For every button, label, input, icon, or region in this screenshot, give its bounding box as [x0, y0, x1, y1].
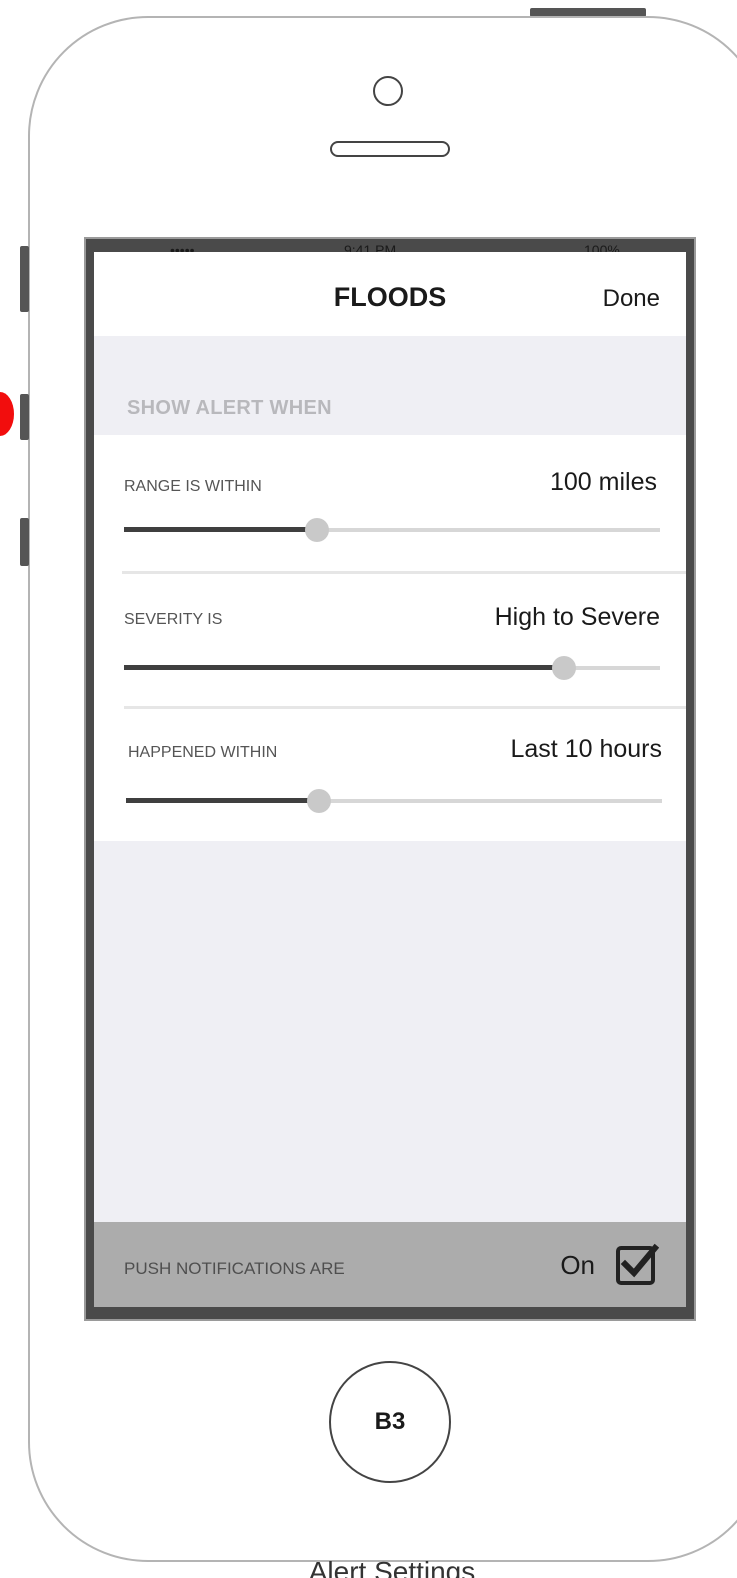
screen-caption: Alert Settings — [308, 1556, 476, 1578]
home-button[interactable]: B3 — [329, 1361, 451, 1483]
camera-icon — [373, 76, 403, 106]
happened-within-slider[interactable] — [126, 789, 662, 813]
push-notifications-bar: PUSH NOTIFICATIONS ARE On — [94, 1222, 686, 1307]
range-slider[interactable] — [124, 518, 660, 542]
range-value: 100 miles — [550, 468, 657, 496]
slider-thumb[interactable] — [551, 656, 576, 680]
severity-slider[interactable] — [124, 656, 660, 680]
volume-up-button — [20, 394, 29, 440]
slider-fill — [126, 798, 319, 803]
slider-fill — [124, 665, 564, 670]
severity-value: High to Severe — [494, 603, 660, 631]
nav-bar: FLOODS Done — [94, 252, 686, 336]
alert-conditions-panel: RANGE IS WITHIN 100 miles SEVERITY IS Hi… — [94, 435, 686, 841]
page-title: FLOODS — [333, 282, 447, 312]
speaker-icon — [330, 141, 450, 157]
section-header: SHOW ALERT WHEN — [127, 397, 332, 419]
volume-down-button — [20, 518, 29, 566]
status-bar: ••••• 9:41 PM 100% — [94, 240, 686, 252]
row-divider — [122, 571, 686, 574]
push-notifications-checkbox[interactable] — [615, 1242, 660, 1286]
status-time: 9:41 PM — [344, 242, 397, 252]
alert-dot — [0, 392, 14, 436]
stage: ••••• 9:41 PM 100% FLOODS Done SHOW ALER… — [0, 0, 737, 1578]
carrier-signal: ••••• — [170, 242, 195, 252]
slider-thumb[interactable] — [306, 789, 331, 813]
slider-thumb[interactable] — [304, 518, 329, 542]
happened-within-value: Last 10 hours — [510, 735, 663, 763]
mute-switch — [20, 246, 29, 312]
slider-fill — [124, 527, 317, 532]
done-button[interactable]: Done — [603, 285, 660, 313]
severity-label: SEVERITY IS — [124, 611, 223, 628]
range-label: RANGE IS WITHIN — [124, 478, 262, 495]
push-notifications-label: PUSH NOTIFICATIONS ARE — [124, 1259, 345, 1278]
checkbox-checked-icon — [616, 1243, 660, 1285]
battery-level: 100% — [584, 242, 620, 252]
happened-within-label: HAPPENED WITHIN — [128, 744, 278, 761]
screen: FLOODS Done SHOW ALERT WHEN RANGE IS WIT… — [94, 252, 686, 1307]
push-notifications-value: On — [560, 1250, 595, 1280]
row-divider — [124, 706, 686, 709]
